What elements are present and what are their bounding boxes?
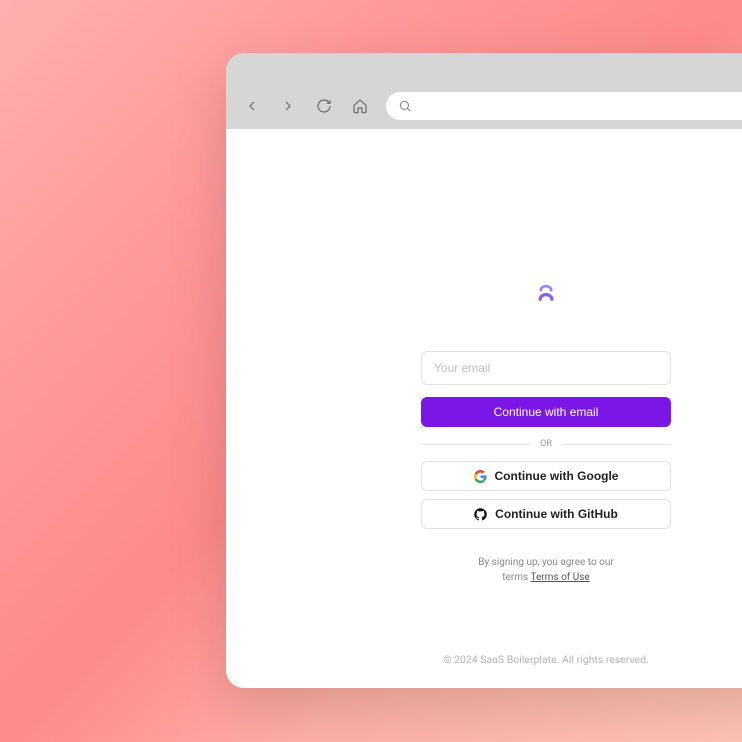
browser-window: Continue with email OR Continue with Goo… [226,53,742,688]
toolbar [226,89,742,129]
refresh-icon [316,98,332,114]
url-bar[interactable] [386,92,742,120]
legal-text: By signing up, you agree to our terms Te… [421,555,671,585]
divider: OR [421,439,671,449]
search-icon [398,99,412,113]
continue-google-button[interactable]: Continue with Google [421,461,671,491]
google-icon [474,470,487,483]
terms-link[interactable]: Terms of Use [531,572,590,583]
github-button-label: Continue with GitHub [495,507,618,521]
divider-text: OR [540,439,552,449]
home-button[interactable] [344,92,376,120]
forward-button[interactable] [272,92,304,120]
legal-prefix: By signing up, you agree to our [478,557,614,568]
logo-icon [533,281,559,307]
app-logo [533,281,559,311]
page-content: Continue with email OR Continue with Goo… [226,129,742,688]
auth-form: Continue with email OR Continue with Goo… [421,351,671,585]
titlebar [226,53,742,89]
back-button[interactable] [236,92,268,120]
email-field[interactable] [421,351,671,385]
divider-line [562,444,671,445]
divider-line [421,444,530,445]
home-icon [352,98,368,114]
refresh-button[interactable] [308,92,340,120]
chevron-left-icon [244,98,260,114]
github-icon [474,508,487,521]
continue-email-button[interactable]: Continue with email [421,397,671,427]
legal-terms-word: terms [502,572,528,583]
google-button-label: Continue with Google [495,469,619,483]
continue-github-button[interactable]: Continue with GitHub [421,499,671,529]
footer-text: © 2024 SaaS Boilerplate. All rights rese… [226,653,742,666]
chevron-right-icon [280,98,296,114]
